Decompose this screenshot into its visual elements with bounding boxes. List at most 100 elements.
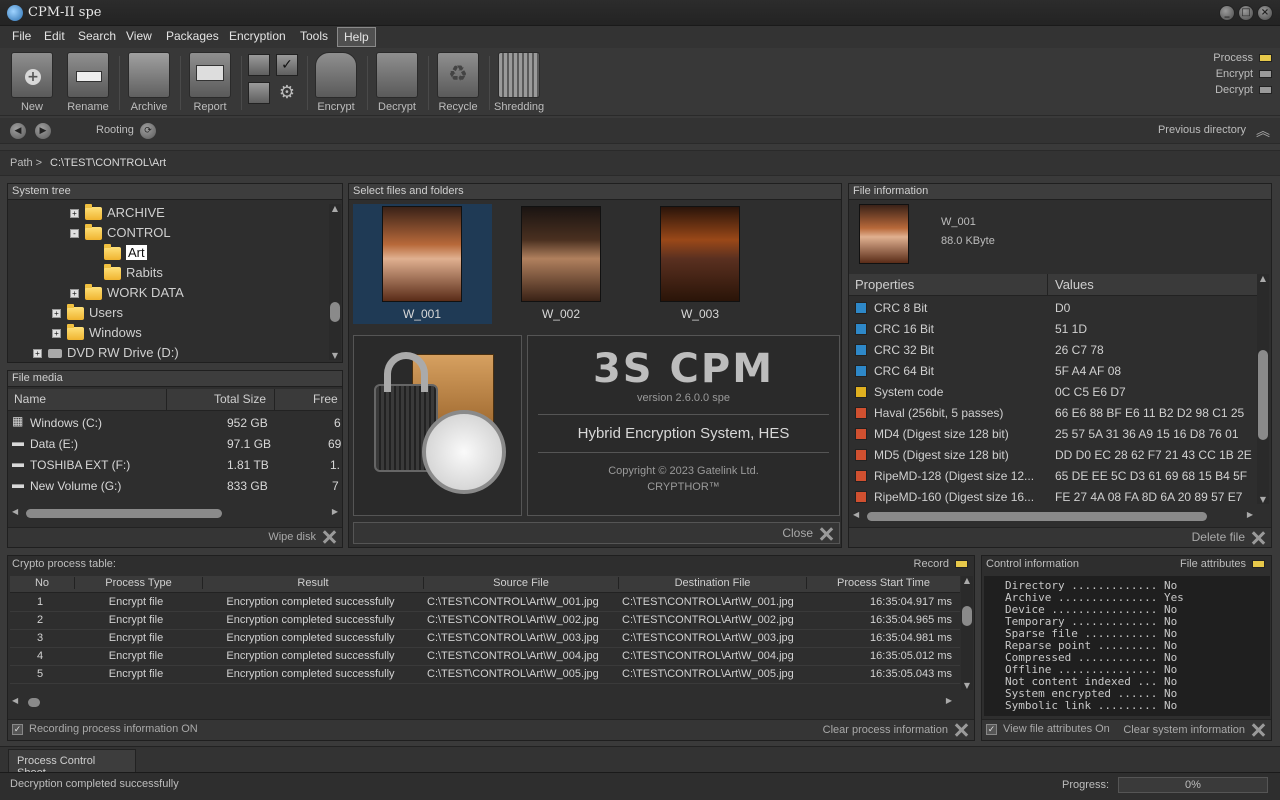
file-label-w001[interactable]: W_001	[389, 307, 455, 321]
crypto-v-scrollbar[interactable]: ▲ ▼	[961, 576, 973, 690]
property-row[interactable]: CRC 16 Bit 51 1D	[849, 319, 1255, 340]
tree-item-work-data[interactable]: + WORK DATA	[70, 284, 184, 305]
new-button[interactable]: + New	[8, 50, 56, 114]
tab-process-control-sheet[interactable]: Process Control Sheet	[8, 749, 136, 779]
column-free[interactable]: Free	[313, 392, 338, 406]
recycle-button[interactable]: ♻ Recycle	[434, 50, 482, 114]
property-row[interactable]: RipeMD-160 (Digest size 16... FE 27 4A 08…	[849, 487, 1255, 508]
view-attributes-checkbox[interactable]: ✓ View file attributes On	[986, 723, 1110, 735]
expand-icon[interactable]: +	[52, 329, 61, 339]
table-row[interactable]: 3 Encrypt file Encryption completed succes…	[10, 630, 960, 648]
tree-item-art[interactable]: Art	[104, 244, 147, 265]
wipe-disk-button[interactable]: Wipe disk	[268, 530, 336, 544]
column-source-file[interactable]: Source File	[423, 577, 618, 589]
decrypt-button[interactable]: Decrypt	[373, 50, 421, 114]
media-row[interactable]: ▬ TOSHIBA EXT (F:) 1.81 TB 1.	[8, 456, 342, 476]
tree-item-archive[interactable]: + ARCHIVE	[70, 204, 165, 225]
up-chevron-icon[interactable]: ︽	[1256, 121, 1270, 141]
checklist-icon[interactable]: ✓	[276, 54, 298, 76]
property-row[interactable]: System code 0C C5 E6 D7	[849, 382, 1255, 403]
scroll-right-icon[interactable]: ▶	[1247, 510, 1253, 519]
scroll-right-icon[interactable]: ▶	[332, 507, 338, 516]
report-button[interactable]: Report	[186, 50, 234, 114]
menu-file[interactable]: File	[6, 27, 37, 47]
property-row[interactable]: Haval (256bit, 5 passes) 66 E6 88 BF E6 1…	[849, 403, 1255, 424]
archive-button[interactable]: Archive	[125, 50, 173, 114]
tree-item-control[interactable]: - CONTROL	[70, 224, 171, 245]
property-row[interactable]: MD5 (Digest size 128 bit) DD D0 EC 28 62 …	[849, 445, 1255, 466]
shredding-button[interactable]: Shredding	[494, 50, 544, 114]
scroll-left-icon[interactable]: ◀	[12, 507, 18, 516]
file-thumbnail-w002[interactable]	[521, 206, 601, 302]
scroll-down-icon[interactable]: ▼	[1257, 495, 1269, 504]
media-h-scrollbar[interactable]: ◀ ▶	[12, 507, 338, 519]
recording-checkbox[interactable]: ✓ Recording process information ON	[12, 723, 198, 735]
properties-v-scrollbar[interactable]: ▲ ▼	[1257, 274, 1269, 504]
table-row[interactable]: 5 Encrypt file Encryption completed succes…	[10, 666, 960, 684]
column-no[interactable]: No	[10, 577, 74, 589]
column-process-start-time[interactable]: Process Start Time	[806, 577, 960, 589]
scroll-up-icon[interactable]: ▲	[1257, 274, 1269, 283]
rename-button[interactable]: Rename	[64, 50, 112, 114]
scroll-down-icon[interactable]: ▼	[961, 681, 973, 690]
close-button[interactable]: Close	[782, 526, 833, 541]
scroll-thumb[interactable]	[962, 606, 972, 626]
path-value[interactable]: C:\TEST\CONTROL\Art	[50, 157, 166, 169]
menu-encryption[interactable]: Encryption	[223, 27, 292, 47]
clear-process-button[interactable]: Clear process information	[823, 723, 968, 737]
menu-search[interactable]: Search	[72, 27, 122, 47]
clear-system-button[interactable]: Clear system information	[1123, 723, 1265, 737]
scroll-up-icon[interactable]: ▲	[961, 576, 973, 585]
scroll-thumb[interactable]	[1258, 350, 1268, 440]
tree-item-dvd-drive[interactable]: + DVD RW Drive (D:)	[33, 345, 179, 365]
scroll-left-icon[interactable]: ◀	[12, 696, 18, 705]
document-icon[interactable]	[248, 82, 270, 104]
menu-view[interactable]: View	[120, 27, 158, 47]
delete-file-button[interactable]: Delete file	[1192, 530, 1265, 545]
media-row[interactable]: ▦ Windows (C:) 952 GB 6	[8, 414, 342, 434]
properties-h-scrollbar[interactable]: ◀ ▶	[853, 510, 1253, 522]
table-row[interactable]: 4 Encrypt file Encryption completed succes…	[10, 648, 960, 666]
menu-packages[interactable]: Packages	[160, 27, 225, 47]
media-row[interactable]: ▬ New Volume (G:) 833 GB 7	[8, 477, 342, 497]
tree-scrollbar[interactable]: ▲ ▼	[329, 204, 341, 360]
encrypt-button[interactable]: Encrypt	[312, 50, 360, 114]
crypto-h-scrollbar[interactable]: ◀ ▶	[12, 696, 952, 708]
scroll-thumb[interactable]	[26, 509, 222, 518]
scroll-down-icon[interactable]: ▼	[329, 351, 341, 360]
property-row[interactable]: MD4 (Digest size 128 bit) 25 57 5A 31 36 …	[849, 424, 1255, 445]
media-row[interactable]: ▬ Data (E:) 97.1 GB 69	[8, 435, 342, 455]
column-total-size[interactable]: Total Size	[214, 392, 266, 406]
minimize-icon[interactable]: _	[1219, 5, 1235, 21]
close-window-icon[interactable]: ×	[1257, 5, 1273, 21]
forward-arrow-icon[interactable]: ▶	[35, 123, 51, 139]
column-values[interactable]: Values	[1055, 277, 1094, 292]
property-row[interactable]: CRC 64 Bit 5F A4 AF 08	[849, 361, 1255, 382]
tree-item-windows[interactable]: + Windows	[52, 324, 142, 345]
collapse-icon[interactable]: -	[70, 229, 79, 239]
property-row[interactable]: RipeMD-128 (Digest size 12... 65 DE EE 5C…	[849, 466, 1255, 487]
scroll-up-icon[interactable]: ▲	[329, 204, 341, 213]
expand-icon[interactable]: +	[33, 349, 42, 359]
expand-icon[interactable]: +	[52, 309, 61, 319]
menu-tools[interactable]: Tools	[294, 27, 334, 47]
back-arrow-icon[interactable]: ◀	[10, 123, 26, 139]
table-row[interactable]: 2 Encrypt file Encryption completed succes…	[10, 612, 960, 630]
list-icon[interactable]	[248, 54, 270, 76]
tree-item-users[interactable]: + Users	[52, 304, 123, 325]
column-destination-file[interactable]: Destination File	[618, 577, 806, 589]
maximize-icon[interactable]: □	[1238, 5, 1254, 21]
scroll-thumb[interactable]	[330, 302, 340, 322]
expand-icon[interactable]: +	[70, 289, 79, 299]
table-row[interactable]: 1 Encrypt file Encryption completed succes…	[10, 594, 960, 612]
file-thumbnail-w001[interactable]	[382, 206, 462, 302]
column-name[interactable]: Name	[14, 392, 46, 406]
expand-icon[interactable]: +	[70, 209, 79, 219]
menu-help[interactable]: Help	[337, 27, 376, 47]
rooting-refresh-icon[interactable]: ⟳	[140, 123, 156, 139]
tree-item-rabits[interactable]: Rabits	[104, 264, 163, 285]
column-process-type[interactable]: Process Type	[74, 577, 202, 589]
scroll-left-icon[interactable]: ◀	[853, 510, 859, 519]
file-label-w002[interactable]: W_002	[528, 307, 594, 321]
previous-directory-label[interactable]: Previous directory	[1158, 124, 1246, 136]
